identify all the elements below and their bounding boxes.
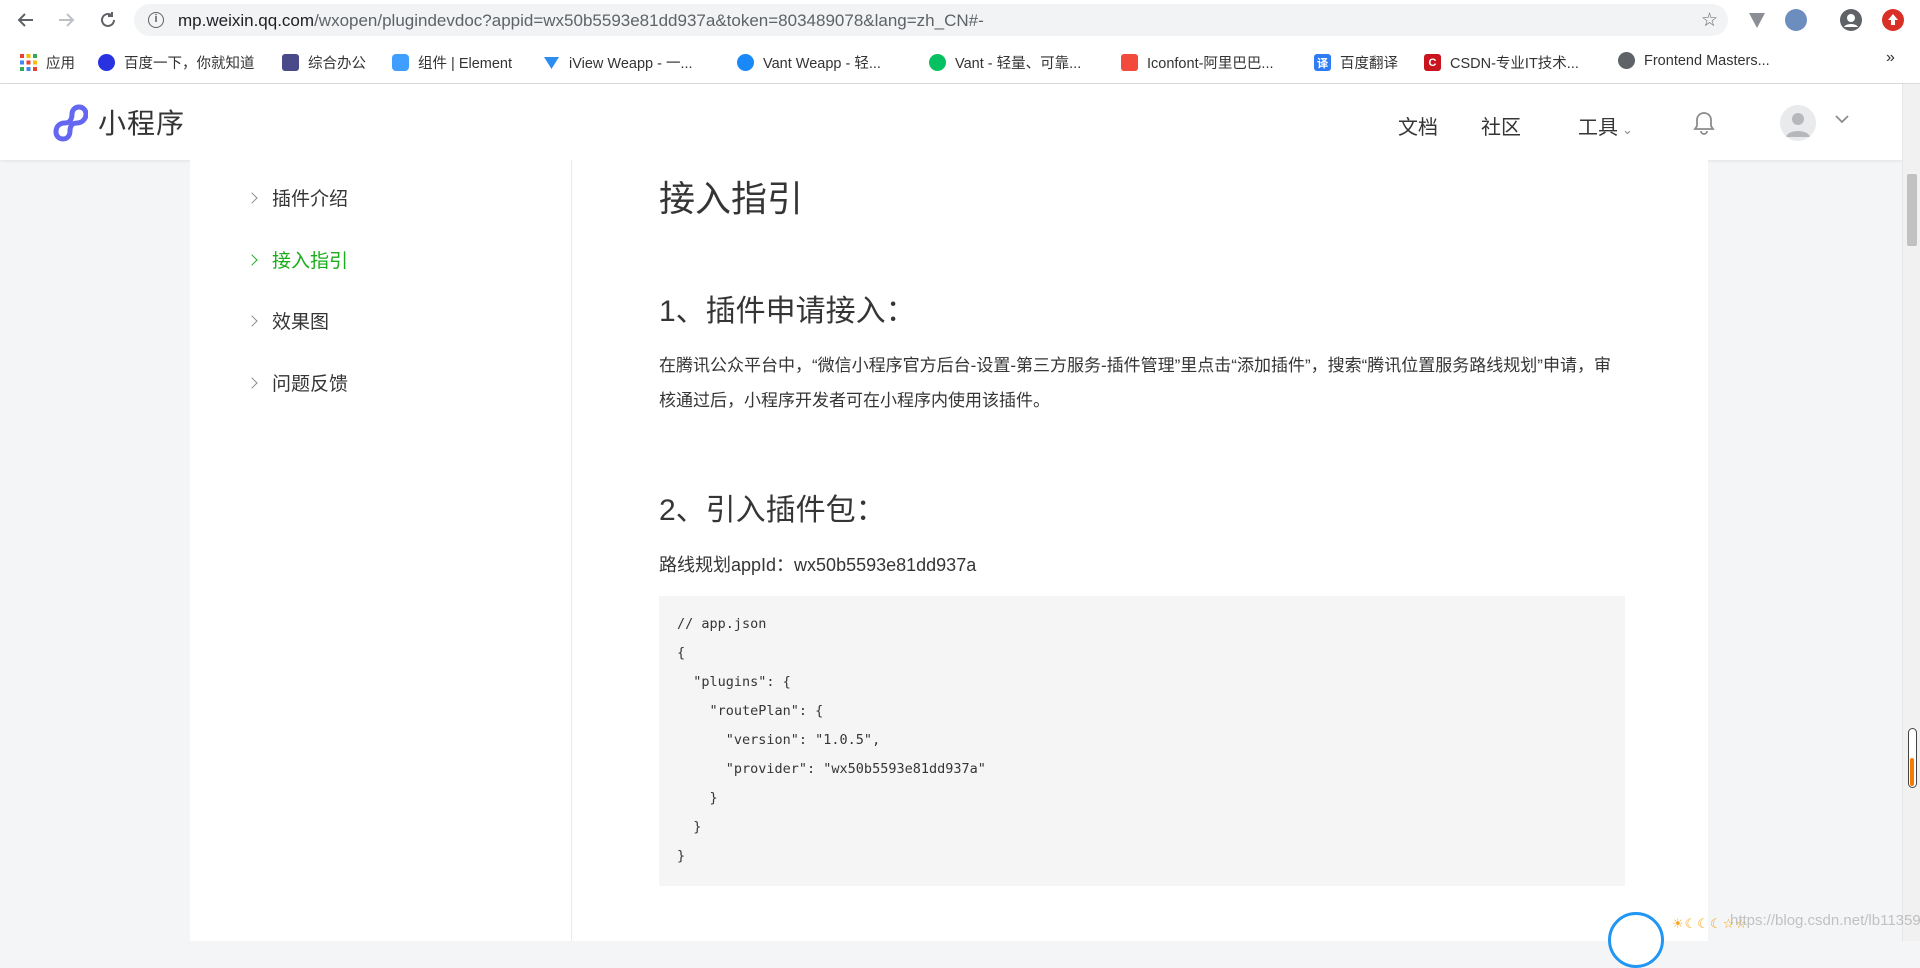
profile-icon[interactable]: [1840, 9, 1862, 31]
vant-icon: [737, 54, 754, 71]
url-host: mp.weixin.qq.com: [178, 11, 315, 30]
page-title: 接入指引: [659, 178, 804, 219]
baidu-paw-icon: [98, 54, 115, 71]
sidebar-item-screenshots[interactable]: 效果图: [246, 307, 330, 334]
nav-community[interactable]: 社区: [1481, 111, 1521, 140]
bookmark-baidu-translate[interactable]: 译百度翻译: [1314, 52, 1398, 73]
sidebar-item-label: 接入指引: [272, 251, 349, 272]
code-line: }: [677, 848, 686, 864]
site-info-icon[interactable]: i: [148, 12, 164, 28]
nav-docs[interactable]: 文档: [1398, 111, 1438, 140]
browser-chrome: i mp.weixin.qq.com/wxopen/plugindevdoc?a…: [0, 0, 1920, 84]
bookmark-label: 百度一下，你就知道: [124, 56, 255, 72]
bookmark-label: 组件 | Element: [418, 56, 513, 72]
section2-heading: 2、引入插件包：: [659, 494, 886, 527]
sidebar-item-intro[interactable]: 插件介绍: [246, 184, 349, 211]
doc-page: 插件介绍 接入指引 效果图 问题反馈 接入指引 1、插件申请接入： 在腾讯公众平…: [190, 160, 1708, 941]
reload-icon[interactable]: [96, 8, 120, 32]
widget-fill: [1910, 758, 1914, 786]
nav-tools[interactable]: 工具 ⌄: [1578, 111, 1633, 140]
office-icon: [282, 54, 299, 71]
bookmark-label: 百度翻译: [1340, 56, 1398, 72]
sidebar-item-label: 效果图: [272, 312, 330, 333]
nav-tools-label: 工具: [1578, 117, 1618, 139]
url-text: mp.weixin.qq.com/wxopen/plugindevdoc?app…: [178, 11, 984, 31]
vant-icon: [929, 54, 946, 71]
brand-logo[interactable]: 小程序: [48, 102, 185, 142]
watermark-avatar: [1608, 912, 1664, 968]
url-path: /wxopen/plugindevdoc?appid=wx50b5593e81d…: [314, 11, 984, 30]
csdn-icon: C: [1424, 54, 1441, 71]
code-line: // app.json: [677, 616, 767, 632]
baidu-translate-icon: 译: [1314, 54, 1331, 71]
bookmark-label: Vant Weapp - 轻...: [763, 56, 881, 72]
account-chevron-icon[interactable]: [1834, 112, 1850, 130]
avatar[interactable]: [1780, 105, 1816, 141]
scroll-thumb[interactable]: [1907, 174, 1917, 246]
sidebar-item-label: 问题反馈: [272, 374, 349, 395]
bookmark-label: 应用: [46, 56, 75, 72]
bookmark-vant[interactable]: Vant - 轻量、可靠...: [929, 52, 1081, 73]
apps-grid-icon: [20, 54, 37, 71]
chevron-right-icon: [246, 253, 258, 266]
page-scrollbar[interactable]: [1902, 84, 1920, 941]
bookmark-label: Iconfont-阿里巴巴...: [1147, 56, 1274, 72]
code-line: }: [677, 819, 702, 835]
sidebar-item-label: 插件介绍: [272, 189, 349, 210]
chevron-right-icon: [246, 191, 258, 204]
thermometer-widget-icon[interactable]: [1908, 728, 1917, 788]
bookmark-iview[interactable]: iView Weapp - 一...: [543, 52, 693, 73]
bookmark-star-icon[interactable]: ☆: [1701, 9, 1718, 32]
bookmark-label: CSDN-专业IT技术...: [1450, 56, 1579, 72]
element-icon: [392, 54, 409, 71]
code-line: "version": "1.0.5",: [677, 732, 881, 748]
doc-sidebar: 插件介绍 接入指引 效果图 问题反馈: [190, 160, 572, 941]
bookmark-vant-weapp[interactable]: Vant Weapp - 轻...: [737, 52, 881, 73]
code-line: "plugins": {: [677, 674, 791, 690]
iconfont-icon: [1121, 54, 1138, 71]
bookmark-frontend-masters[interactable]: Frontend Masters...: [1618, 52, 1770, 69]
bell-icon[interactable]: [1692, 110, 1716, 136]
bookmark-baidu[interactable]: 百度一下，你就知道: [98, 52, 255, 73]
code-line: "routePlan": {: [677, 703, 824, 719]
chevron-down-icon: ⌄: [1622, 122, 1633, 137]
section1-heading: 1、插件申请接入：: [659, 295, 916, 328]
section1-text: 在腾讯公众平台中，“微信小程序官方后台-设置-第三方服务-插件管理”里点击“添加…: [659, 356, 1611, 410]
update-icon[interactable]: [1882, 9, 1904, 31]
sidebar-item-feedback[interactable]: 问题反馈: [246, 369, 349, 396]
chevron-right-icon: [246, 376, 258, 389]
bookmark-label: iView Weapp - 一...: [569, 56, 693, 72]
bookmark-label: Frontend Masters...: [1644, 52, 1770, 69]
bookmark-apps[interactable]: 应用: [20, 52, 75, 73]
bookmark-office[interactable]: 综合办公: [282, 52, 366, 73]
bookmark-csdn[interactable]: C CSDN-专业IT技术...: [1424, 52, 1579, 73]
bookmark-label: Vant - 轻量、可靠...: [955, 56, 1082, 72]
iview-icon: [543, 54, 560, 71]
watermark-url: https://blog.csdn.net/lb1135909273: [1730, 912, 1920, 929]
globe-icon: [1618, 52, 1635, 69]
address-bar[interactable]: i mp.weixin.qq.com/wxopen/plugindevdoc?a…: [134, 4, 1728, 36]
bookmark-label: 综合办公: [308, 56, 366, 72]
back-arrow-icon[interactable]: [14, 8, 38, 32]
bookmark-element[interactable]: 组件 | Element: [392, 52, 512, 73]
code-line: }: [677, 790, 718, 806]
appid-line: 路线规划appId：wx50b5593e81dd937a: [659, 555, 977, 575]
miniprogram-logo-icon: [53, 104, 88, 142]
bookmarks-bar: 应用 百度一下，你就知道 综合办公 组件 | Element iView Wea…: [0, 44, 1920, 80]
sidebar-item-guide[interactable]: 接入指引: [246, 246, 349, 273]
brand-name: 小程序: [98, 108, 186, 139]
user-icon: [1786, 113, 1810, 137]
extension-v-icon[interactable]: [1746, 9, 1768, 31]
extension-feather-icon[interactable]: [1785, 9, 1807, 31]
forward-arrow-icon[interactable]: [54, 8, 78, 32]
bookmark-iconfont[interactable]: Iconfont-阿里巴巴...: [1121, 52, 1274, 73]
more-bookmarks-button[interactable]: »: [1886, 49, 1895, 67]
code-block: // app.json { "plugins": { "routePlan": …: [659, 596, 1625, 886]
code-line: {: [677, 645, 686, 661]
code-line: "provider": "wx50b5593e81dd937a": [677, 761, 986, 777]
site-header: 小程序 文档 社区 工具 ⌄: [0, 84, 1902, 160]
chevron-right-icon: [246, 314, 258, 327]
